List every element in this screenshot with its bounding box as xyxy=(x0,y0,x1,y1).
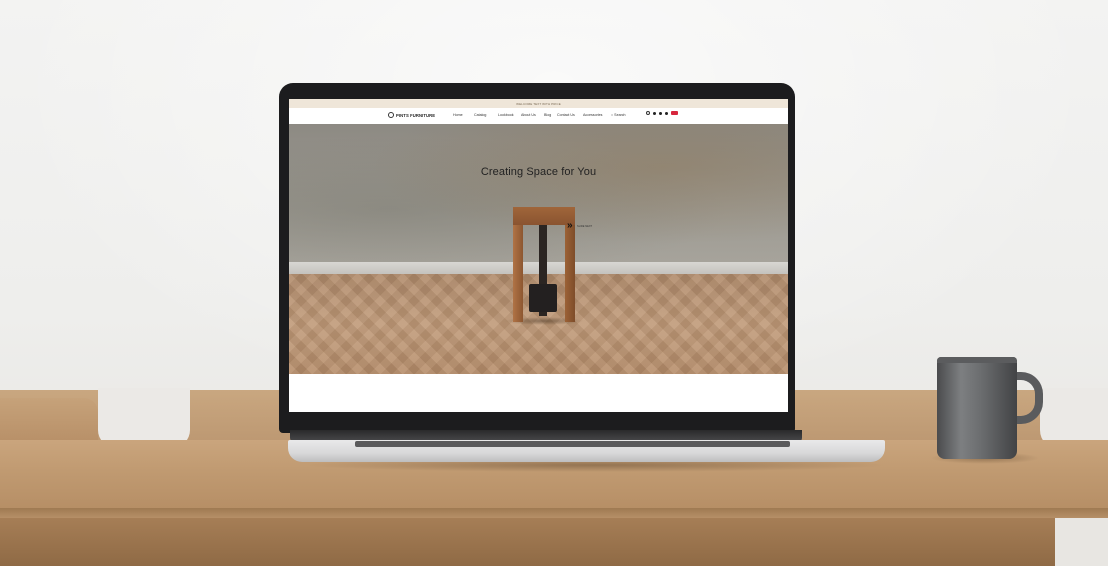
hero-banner: Creating Space for You » SLIDE NEXT xyxy=(289,124,788,374)
search-label: Search xyxy=(614,113,626,117)
logo-text: PINTS FURNITURE xyxy=(396,112,436,118)
compare-icon[interactable] xyxy=(659,111,662,115)
nav-item-accessories[interactable]: Accessories xyxy=(583,113,602,117)
desk-edge xyxy=(0,508,1108,518)
desk-back-panel-left xyxy=(0,398,98,442)
coffee-mug xyxy=(937,357,1017,459)
user-icon[interactable] xyxy=(646,111,650,115)
nav-item-contact-us[interactable]: Contact Us xyxy=(557,113,575,117)
double-chevron-right-icon[interactable]: » xyxy=(567,221,572,231)
language-flag-icon[interactable] xyxy=(671,111,678,115)
nav-search[interactable]: ○ Search xyxy=(611,113,626,117)
desk-notch xyxy=(98,388,190,448)
nav-item-lookbook[interactable]: Lookbook xyxy=(498,113,514,117)
laptop-screen: WELCOME TEXT WITH PRICE PINTS FURNITURE … xyxy=(289,99,788,412)
announcement-bar: WELCOME TEXT WITH PRICE xyxy=(289,99,788,108)
nav-item-catalog[interactable]: Catalog xyxy=(474,113,486,117)
desk-front xyxy=(0,518,1108,566)
product-desk-top xyxy=(513,207,575,225)
product-desk-leg-right xyxy=(565,224,575,322)
nav-item-home[interactable]: Home xyxy=(453,113,463,117)
cart-icon[interactable] xyxy=(665,111,668,115)
product-desk-base xyxy=(529,284,557,312)
site-header: PINTS FURNITURE Home Catalog Lookbook Ab… xyxy=(289,108,788,124)
slider-next-label[interactable]: SLIDE NEXT xyxy=(577,225,592,228)
announcement-text: WELCOME TEXT WITH PRICE xyxy=(516,101,561,106)
keyboard-edge xyxy=(355,441,790,447)
product-desk-leg-left xyxy=(513,224,523,322)
nav-item-about-us[interactable]: About Us xyxy=(521,113,536,117)
desk-leg-gap xyxy=(1055,518,1108,566)
hero-title: Creating Space for You xyxy=(480,166,597,178)
wishlist-icon[interactable] xyxy=(653,111,656,115)
mug-rim xyxy=(937,357,1017,363)
nav-item-blog[interactable]: Blog xyxy=(544,113,551,117)
logo-mark-icon xyxy=(388,112,394,118)
page-content-area xyxy=(289,374,788,412)
header-actions xyxy=(646,111,678,115)
site-logo[interactable]: PINTS FURNITURE xyxy=(388,112,435,118)
